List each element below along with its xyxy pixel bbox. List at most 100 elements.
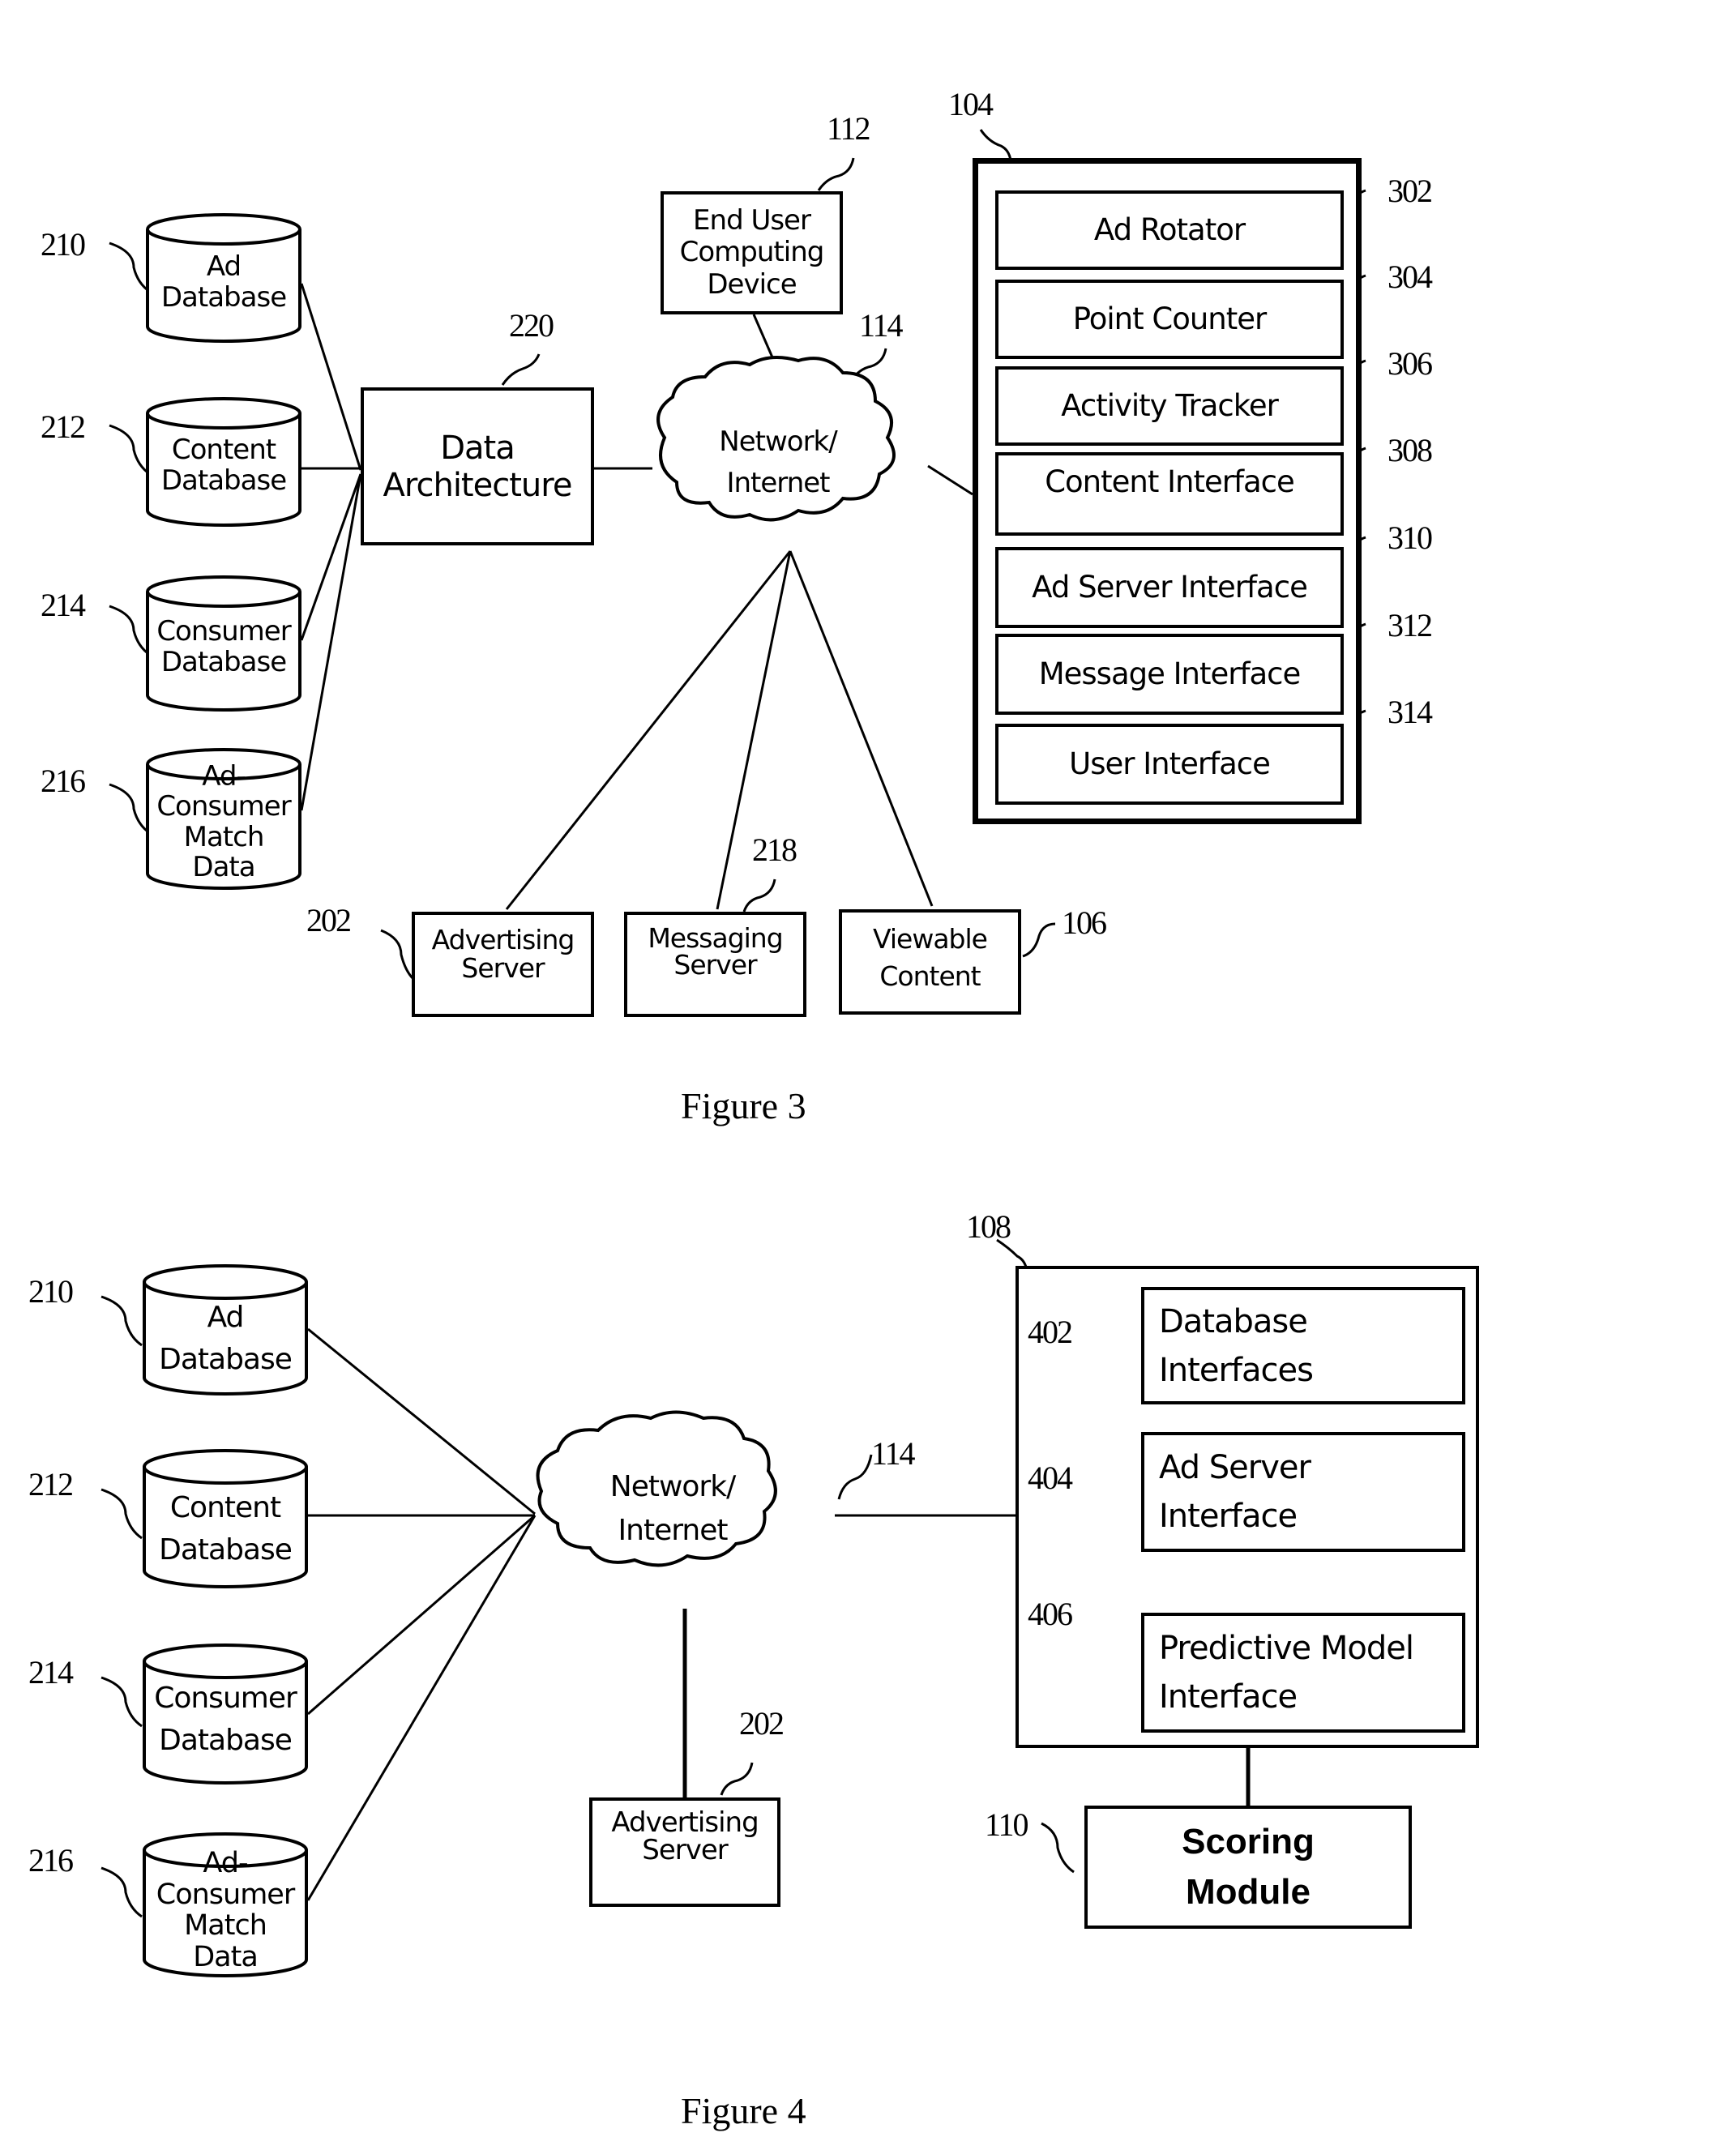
- module-ad-server-interface: Ad Server Interface: [995, 547, 1344, 628]
- ref-label-106: 106: [1062, 904, 1107, 941]
- module-database-interfaces: Database Interfaces: [1141, 1287, 1465, 1404]
- ref-label-214: 214: [41, 587, 86, 623]
- ref-label-112: 112: [827, 110, 870, 147]
- leader-f4-210: [100, 1295, 143, 1347]
- leader-f4-202: [720, 1762, 754, 1796]
- ref-label-304: 304: [1388, 259, 1433, 295]
- f4-ad-database: Ad Database: [144, 1297, 306, 1394]
- leader-f4-216: [100, 1866, 143, 1918]
- leader-202: [380, 929, 415, 981]
- module-ad-server-interface-label: Ad Server Interface: [1032, 569, 1308, 605]
- ref-label-114: 114: [859, 307, 903, 344]
- ref-label-f4-216: 216: [28, 1842, 74, 1879]
- viewable-content-box: Viewable Content: [839, 909, 1021, 1015]
- connector-f4-match-db-to-network: [306, 1515, 537, 1901]
- leader-218: [742, 878, 776, 913]
- ref-label-f4-210: 210: [28, 1273, 74, 1310]
- data-architecture-box: Data Architecture: [361, 387, 594, 545]
- ref-label-406: 406: [1028, 1596, 1073, 1632]
- f4-network-internet-label: Network/ Internet: [609, 1470, 736, 1547]
- connector-f4-consumer-db-to-network: [307, 1514, 536, 1716]
- ref-label-212: 212: [41, 408, 86, 445]
- module-ad-rotator-label: Ad Rotator: [1093, 212, 1246, 247]
- leader-f4-114: [837, 1454, 873, 1500]
- ref-label-402: 402: [1028, 1314, 1073, 1350]
- leader-f4-214: [100, 1676, 143, 1728]
- leader-f4-212: [100, 1488, 143, 1540]
- module-message-interface-label: Message Interface: [1038, 656, 1302, 691]
- scoring-module-box: Scoring Module: [1084, 1806, 1412, 1929]
- module-ad-server-interface-f4-label: Ad Server Interface: [1159, 1449, 1311, 1535]
- leader-220: [501, 353, 541, 386]
- scoring-module-label: Scoring Module: [1182, 1822, 1315, 1912]
- ref-label-220: 220: [509, 307, 554, 344]
- module-activity-tracker-label: Activity Tracker: [1061, 387, 1279, 423]
- messaging-server-box: Messaging Server: [624, 912, 806, 1017]
- ref-label-216: 216: [41, 763, 86, 799]
- ref-label-108: 108: [966, 1208, 1011, 1245]
- module-user-interface: User Interface: [995, 724, 1344, 805]
- ref-label-210: 210: [41, 226, 86, 263]
- content-database: Content Database: [148, 428, 300, 517]
- leader-216: [109, 783, 151, 835]
- module-predictive-model-interface-label: Predictive Model Interface: [1159, 1630, 1414, 1716]
- leader-112: [817, 157, 855, 191]
- ref-label-f4-202: 202: [739, 1705, 785, 1742]
- ref-label-314: 314: [1388, 694, 1433, 730]
- leader-106: [1022, 922, 1056, 958]
- f4-advertising-server-box: Advertising Server: [589, 1797, 780, 1907]
- advertising-server-label: Advertising Server: [431, 923, 575, 984]
- messaging-server-label: Messaging Server: [648, 922, 783, 981]
- content-database-label: Content Database: [160, 434, 287, 498]
- leader-110: [1041, 1822, 1075, 1874]
- connector-network-to-ad-server: [505, 550, 792, 910]
- module-message-interface: Message Interface: [995, 634, 1344, 715]
- ad-consumer-match-data-label: Ad- Consumer Match Data: [156, 760, 291, 884]
- ref-label-312: 312: [1388, 607, 1433, 643]
- figure-4-caption: Figure 4: [681, 2090, 806, 2131]
- ref-label-218: 218: [752, 831, 797, 868]
- module-ad-server-interface-f4: Ad Server Interface: [1141, 1432, 1465, 1552]
- data-architecture-label: Data Architecture: [383, 429, 573, 504]
- f4-consumer-database-label: Consumer Database: [154, 1682, 297, 1758]
- connector-f4-ad-db-to-network: [307, 1327, 536, 1515]
- f4-ad-consumer-match-data-label: Ad- Consumer Match Data: [156, 1847, 295, 1973]
- network-internet-label: Network/ Internet: [719, 425, 837, 499]
- module-activity-tracker: Activity Tracker: [995, 366, 1344, 446]
- connector-consumer-db-to-data-arch: [300, 473, 362, 641]
- end-user-computing-device-box: End User Computing Device: [661, 191, 843, 314]
- module-point-counter-label: Point Counter: [1072, 301, 1267, 336]
- module-content-interface: Content Interface: [995, 452, 1344, 536]
- ad-consumer-match-data: Ad- Consumer Match Data: [148, 760, 300, 884]
- ref-label-202: 202: [306, 902, 352, 938]
- network-internet-cloud: Network/ Internet: [677, 421, 879, 504]
- end-user-computing-device-label: End User Computing Device: [679, 204, 825, 301]
- module-point-counter: Point Counter: [995, 280, 1344, 359]
- f4-consumer-database: Consumer Database: [144, 1678, 306, 1775]
- leader-214: [109, 605, 151, 656]
- module-database-interfaces-label: Database Interfaces: [1159, 1302, 1314, 1389]
- connector-match-db-to-data-arch: [300, 473, 362, 811]
- module-content-interface-label: Content Interface: [1045, 464, 1295, 500]
- ad-database-label: Ad Database: [160, 250, 287, 314]
- ref-label-404: 404: [1028, 1460, 1073, 1496]
- consumer-database: Consumer Database: [148, 609, 300, 699]
- module-predictive-model-interface: Predictive Model Interface: [1141, 1613, 1465, 1733]
- leader-212: [109, 424, 151, 476]
- connector-network-to-viewable: [789, 550, 934, 907]
- ref-label-308: 308: [1388, 432, 1433, 468]
- figure-3-caption: Figure 3: [681, 1085, 806, 1126]
- f4-advertising-server-label: Advertising Server: [611, 1806, 759, 1866]
- connector-ad-db-to-data-arch: [300, 283, 362, 471]
- advertising-server-box: Advertising Server: [412, 912, 594, 1017]
- ref-label-110: 110: [985, 1806, 1028, 1843]
- consumer-database-label: Consumer Database: [156, 615, 291, 679]
- f4-ad-consumer-match-data: Ad- Consumer Match Data: [144, 1848, 306, 1973]
- viewable-content-label: Viewable Content: [873, 922, 988, 992]
- f4-content-database: Content Database: [144, 1487, 306, 1584]
- f4-network-internet-cloud: Network/ Internet: [559, 1465, 786, 1553]
- f4-ad-database-label: Ad Database: [159, 1301, 293, 1377]
- module-user-interface-label: User Interface: [1069, 746, 1271, 781]
- ref-label-310: 310: [1388, 519, 1433, 556]
- ref-label-f4-114: 114: [871, 1435, 915, 1472]
